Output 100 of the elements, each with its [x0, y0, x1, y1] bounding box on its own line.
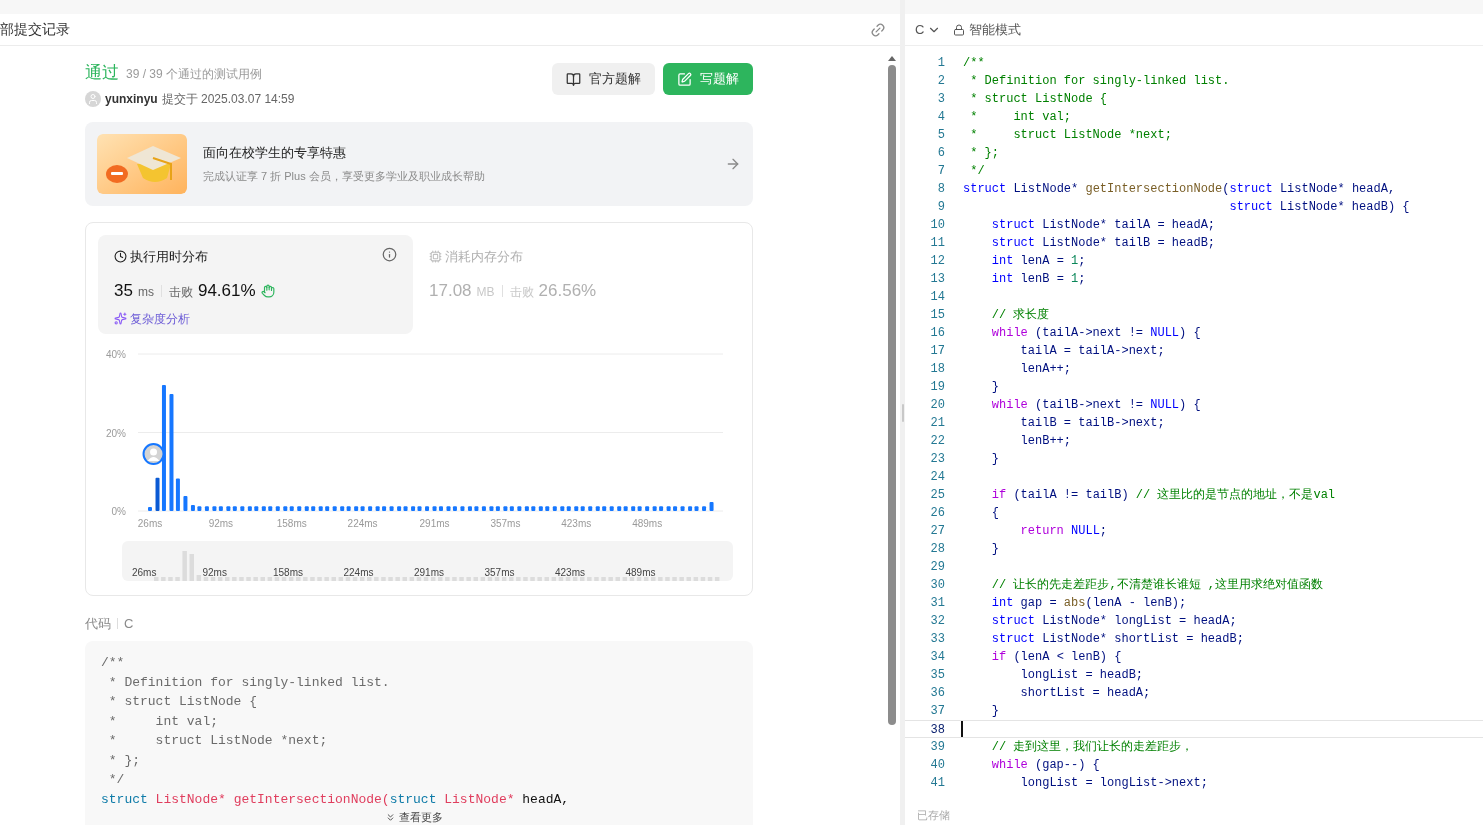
- code-line[interactable]: int gap = abs(lenA - lenB);: [963, 594, 1187, 612]
- histogram-bar: [602, 505, 607, 511]
- code-line[interactable]: // 求长度: [963, 306, 1050, 324]
- beats-label: 击败: [168, 284, 193, 301]
- code-line[interactable]: * struct ListNode *next;: [963, 126, 1172, 144]
- histogram-bar: [460, 505, 465, 511]
- code-line[interactable]: // 走到这里，我们让长的走差距步，: [963, 738, 1194, 756]
- code-line[interactable]: while (tailA->next != NULL) {: [963, 324, 1201, 342]
- overview-label: 423ms: [555, 566, 585, 579]
- line-number: 38: [929, 722, 945, 737]
- line-number: 8: [936, 181, 945, 198]
- line-number: 18: [929, 361, 945, 378]
- histogram-bar: [204, 505, 209, 511]
- stat-panel[interactable]: 执行用时分布 35 ms 击败 94.61% 复杂度分析: [98, 234, 413, 334]
- line-number: 19: [929, 379, 945, 396]
- line-number: 33: [929, 631, 945, 648]
- show-more-button[interactable]: 查看更多: [385, 811, 443, 823]
- stat-title: 执行用时分布: [130, 247, 208, 266]
- code-line[interactable]: return NULL;: [963, 522, 1108, 540]
- histogram-bar: [332, 505, 337, 511]
- code-line[interactable]: int lenA = 1;: [963, 252, 1086, 270]
- histogram-bar: [545, 505, 550, 511]
- line-number: 6: [936, 145, 945, 162]
- promo-subtitle: 完成认证享 7 折 Plus 会员，享受更多学业及职业成长帮助: [203, 169, 486, 184]
- scroll-up-icon[interactable]: [888, 56, 896, 61]
- code-line[interactable]: * Definition for singly-linked list.: [963, 72, 1230, 90]
- y-tick-label: 40%: [106, 348, 126, 360]
- code-line[interactable]: shortList = headA;: [963, 684, 1151, 702]
- x-tick-label: 224ms: [347, 517, 378, 529]
- code-line[interactable]: * };: [963, 144, 999, 162]
- code-line: * int val;: [107, 712, 220, 731]
- y-tick-label: 0%: [111, 505, 126, 517]
- line-number: 10: [929, 217, 945, 234]
- hand-icon: [260, 283, 275, 298]
- code-line[interactable]: struct ListNode* shortList = headB;: [963, 630, 1244, 648]
- code-line[interactable]: longList = longList->next;: [963, 774, 1208, 792]
- x-tick-label: 357ms: [490, 517, 521, 529]
- scrollbar-thumb[interactable]: [888, 65, 896, 725]
- histogram-bar: [673, 505, 678, 511]
- code-line[interactable]: int lenB = 1;: [963, 270, 1086, 288]
- code-line[interactable]: struct ListNode* tailB = headB;: [963, 234, 1216, 252]
- language-select[interactable]: C: [915, 19, 942, 40]
- line-number: 26: [929, 505, 945, 522]
- book-icon: [566, 71, 581, 87]
- histogram-bar: [432, 505, 437, 511]
- code-line[interactable]: tailB = tailB->next;: [963, 414, 1165, 432]
- code-line[interactable]: }: [963, 702, 999, 720]
- x-tick-label: 26ms: [137, 517, 163, 529]
- code-line[interactable]: lenA++;: [963, 360, 1072, 378]
- code-line[interactable]: lenB++;: [963, 432, 1072, 450]
- code-line[interactable]: while (tailB->next != NULL) {: [963, 396, 1201, 414]
- histogram-bar: [709, 501, 714, 511]
- code-line[interactable]: struct ListNode* longList = headA;: [963, 612, 1237, 630]
- code-line[interactable]: while (gap--) {: [963, 756, 1100, 774]
- code-line[interactable]: struct ListNode* headB) {: [963, 198, 1410, 216]
- code-line[interactable]: }: [963, 378, 999, 396]
- mode-label[interactable]: 智能模式: [969, 19, 1022, 40]
- code-line[interactable]: if (tailA != tailB) // 这里比的是节点的地址，不是val: [963, 486, 1336, 504]
- histogram-bar: [652, 505, 657, 511]
- histogram-bar: [148, 506, 152, 511]
- histogram-bar: [240, 505, 245, 511]
- code-line[interactable]: struct ListNode* tailA = headA;: [963, 216, 1216, 234]
- stat-value: 17.08: [429, 280, 472, 302]
- code-line[interactable]: * int val;: [963, 108, 1072, 126]
- line-number: 27: [929, 523, 945, 540]
- complexity-analysis-link[interactable]: 复杂度分析: [130, 309, 190, 328]
- user-avatar-marker: [142, 442, 165, 465]
- username[interactable]: yunxinyu: [105, 89, 158, 108]
- save-status: 已存储: [916, 808, 951, 823]
- code-line[interactable]: }: [963, 540, 999, 558]
- overview-label: 26ms: [132, 566, 157, 579]
- result-status: 通过: [85, 62, 119, 84]
- code-line[interactable]: longList = headB;: [963, 666, 1144, 684]
- code-line[interactable]: // 让长的先走差距步,不清楚谁长谁短 ,这里用求绝对值函数: [963, 576, 1323, 594]
- code-line[interactable]: /**: [963, 54, 985, 72]
- splitter-handle[interactable]: [901, 403, 904, 422]
- line-number: 32: [929, 613, 945, 630]
- histogram-bar: [552, 505, 557, 511]
- histogram-bar: [588, 505, 593, 511]
- beats-percentage: 26.56%: [538, 280, 597, 302]
- code-line[interactable]: if (lenA < lenB) {: [963, 648, 1122, 666]
- histogram-bar: [425, 505, 429, 511]
- range-overview[interactable]: 26ms 92ms 158ms 224ms 291ms 357ms 423ms 489ms: [122, 540, 733, 581]
- sparkle-icon: [114, 312, 127, 325]
- promo-title: 面向在校学生的专享特惠: [203, 143, 347, 162]
- code-line: * struct ListNode *next;: [107, 732, 329, 750]
- histogram-bar: [389, 505, 394, 511]
- line-number: 16: [929, 325, 945, 342]
- code-line[interactable]: struct ListNode* getIntersectionNode(struct ListNode* headA,: [963, 180, 1396, 198]
- promo-banner[interactable]: 面向在校学生的专享特惠 完成认证享 7 折 Plus 会员，享受更多学业及职业成长帮助: [85, 121, 753, 206]
- info-icon[interactable]: [382, 246, 397, 262]
- code-line[interactable]: }: [963, 450, 999, 468]
- code-line[interactable]: {: [963, 504, 999, 522]
- code-line[interactable]: */: [963, 162, 985, 180]
- code-line[interactable]: * struct ListNode {: [963, 90, 1108, 108]
- code-line[interactable]: tailA = tailA->next;: [963, 342, 1165, 360]
- line-number: 28: [929, 541, 945, 558]
- line-number: 24: [929, 469, 945, 486]
- official-solution-button[interactable]: 官方题解: [552, 63, 655, 95]
- histogram-bar: [254, 505, 259, 511]
